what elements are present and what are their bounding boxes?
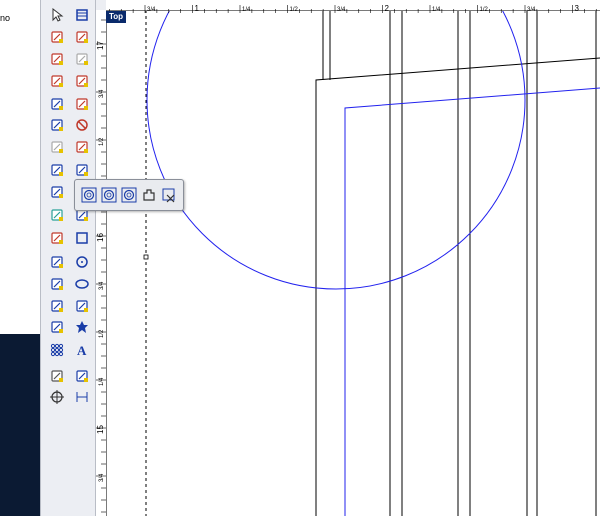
star-icon[interactable] bbox=[75, 320, 89, 334]
circle-icon[interactable] bbox=[75, 255, 89, 269]
tool-palette: A bbox=[40, 0, 96, 516]
pen-icon[interactable] bbox=[50, 231, 64, 245]
ruler-label: 1/4 bbox=[99, 377, 105, 386]
offset-flyout-toolbar bbox=[74, 179, 184, 211]
mirror-icon[interactable] bbox=[50, 97, 64, 111]
resize-icon[interactable] bbox=[50, 52, 64, 66]
puzzle-offset-icon[interactable] bbox=[141, 187, 157, 203]
target-icon[interactable] bbox=[50, 390, 64, 404]
no-entry-icon[interactable] bbox=[75, 118, 89, 132]
offset-both-icon[interactable] bbox=[121, 187, 137, 203]
ruler-label: 1/4 bbox=[432, 7, 441, 13]
bezier-icon[interactable] bbox=[50, 277, 64, 291]
ruler-label: 3/4 bbox=[99, 281, 105, 290]
grid-disabled-icon[interactable] bbox=[75, 52, 89, 66]
polyline-icon[interactable] bbox=[50, 255, 64, 269]
ruler-label: 17 bbox=[96, 41, 105, 50]
circle-shape bbox=[146, 0, 526, 290]
ruler-label: 15 bbox=[96, 425, 105, 434]
ruler-horizontal[interactable]: 3/411/41/23/421/41/23/431/4 bbox=[94, 0, 600, 13]
arrow-cursor-icon[interactable] bbox=[50, 208, 64, 222]
layer-stack-icon[interactable] bbox=[75, 8, 89, 22]
ruler-label: 3/4 bbox=[147, 7, 156, 13]
image-icon[interactable] bbox=[75, 369, 89, 383]
fill-shape-icon[interactable] bbox=[50, 320, 64, 334]
shade-icon[interactable] bbox=[50, 369, 64, 383]
text-tool-icon[interactable]: A bbox=[75, 343, 89, 357]
offset-close-icon[interactable] bbox=[161, 187, 177, 203]
ruler-label: 1/4 bbox=[242, 7, 251, 13]
vase-icon[interactable] bbox=[75, 163, 89, 177]
ruler-label: 3/4 bbox=[337, 7, 346, 13]
ruler-label: 16 bbox=[96, 233, 105, 242]
select-arrow-icon[interactable] bbox=[50, 8, 64, 22]
dimension-icon[interactable] bbox=[75, 390, 89, 404]
ruler-label: 3/4 bbox=[99, 89, 105, 98]
ruler-label: 1/2 bbox=[99, 137, 105, 146]
rectangle-icon[interactable] bbox=[75, 231, 89, 245]
ruler-label: 3/4 bbox=[527, 7, 536, 13]
guide-handle bbox=[143, 254, 149, 260]
svg-text:A: A bbox=[77, 343, 87, 357]
ruler-label: 3 bbox=[575, 4, 580, 13]
group-icon[interactable] bbox=[50, 118, 64, 132]
ruler-label: 1 bbox=[195, 4, 200, 13]
ruler-label: 1/2 bbox=[99, 329, 105, 338]
node-edit-icon[interactable] bbox=[50, 30, 64, 44]
move-points-icon[interactable] bbox=[50, 163, 64, 177]
view-label[interactable]: Top bbox=[106, 11, 127, 23]
ruler-label: 2 bbox=[385, 4, 390, 13]
vertical-lines bbox=[315, 10, 597, 516]
ellipse-icon[interactable] bbox=[75, 277, 89, 291]
offset-outside-icon[interactable] bbox=[101, 187, 117, 203]
boolean-icon[interactable] bbox=[50, 185, 64, 199]
ruler-tool-icon[interactable] bbox=[75, 140, 89, 154]
transform-icon[interactable] bbox=[75, 30, 89, 44]
polygon-icon[interactable] bbox=[75, 299, 89, 313]
rotate-icon[interactable] bbox=[50, 74, 64, 88]
frame-icon[interactable] bbox=[75, 74, 89, 88]
ruler-label: 3/4 bbox=[99, 473, 105, 482]
clone-disabled-icon[interactable] bbox=[50, 140, 64, 154]
inner-profile bbox=[344, 87, 600, 516]
offset-inside-icon[interactable] bbox=[81, 187, 97, 203]
ruler-label: 1/2 bbox=[480, 7, 489, 13]
ruler-label: 1/2 bbox=[290, 7, 299, 13]
array-grid-icon[interactable] bbox=[50, 343, 64, 357]
spline-icon[interactable] bbox=[50, 299, 64, 313]
panel-icon[interactable] bbox=[75, 97, 89, 111]
